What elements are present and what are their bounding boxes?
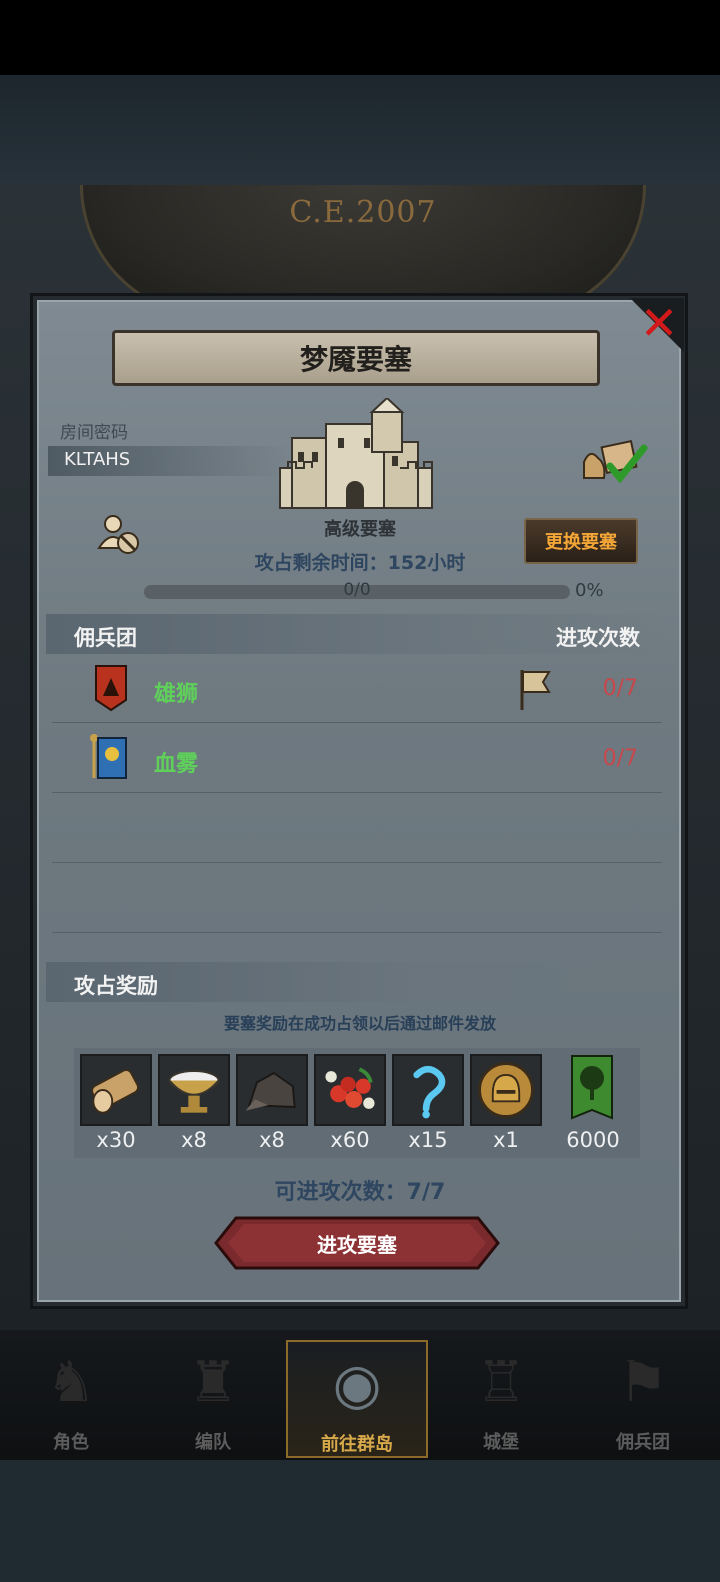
ore-rock-icon[interactable] [236,1054,308,1126]
nav-label: 编队 [195,1432,231,1453]
blue-hook-icon[interactable] [392,1054,464,1126]
nav-label: 前往群岛 [321,1434,393,1455]
reward-quantity: 6000 [566,1128,620,1152]
nav-mercenary[interactable]: ⚑ 佣兵团 [572,1340,714,1458]
reward-note: 要塞奖励在成功占领以后通过邮件发放 [223,1014,496,1033]
status-bar-area [0,0,720,75]
row-divider [52,792,662,793]
attack-count: 0/7 [602,676,638,701]
reward-section-title: 攻占奖励 [74,974,158,998]
reward-quantity: x15 [408,1128,448,1152]
era-label: C.E.2007 [289,195,437,230]
nav-character[interactable]: ♞ 角色 [0,1340,142,1458]
mercenary-name[interactable]: 血雾 [154,746,198,778]
islands-icon: ◉ [332,1352,382,1417]
green-tree-banner-icon[interactable] [570,1054,614,1126]
attack-count: 0/7 [602,746,638,771]
room-code-value: KLTAHS [64,449,131,470]
row-divider [52,862,662,863]
knight-helmet-icon[interactable] [470,1054,542,1126]
time-remaining: 攻占剩余时间：152小时 [254,552,466,574]
attack-count-header: 进攻次数 [556,626,640,650]
reward-quantity: x8 [181,1128,207,1152]
lion-banner-icon [95,665,127,712]
nav-formation[interactable]: ♜ 编队 [142,1340,284,1458]
capture-progress-percent: 0% [575,580,604,601]
mercenary-name[interactable]: 雄狮 [154,676,198,708]
nav-label: 城堡 [483,1432,519,1453]
row-divider [52,932,662,933]
top-band [0,75,720,185]
berries-icon[interactable] [314,1054,386,1126]
close-icon[interactable]: ✕ [638,300,680,346]
nav-label: 角色 [53,1432,89,1453]
bowl-icon[interactable] [158,1054,230,1126]
castle-icon: ♖ [475,1350,527,1415]
reward-quantity: x30 [96,1128,136,1152]
bottom-nav-footer [0,1460,720,1582]
nav-islands[interactable]: ◉ 前往群岛 [286,1340,428,1458]
wood-log-icon[interactable] [80,1054,152,1126]
capture-progress-text: 0/0 [343,580,371,600]
mercenary-icon: ⚑ [617,1350,669,1415]
flag-icon [520,670,551,710]
reward-quantity: x60 [330,1128,370,1152]
fortress-castle-icon [279,398,433,509]
remaining-attempts: 可进攻次数：7/7 [274,1180,446,1205]
room-code-label: 房间密码 [60,423,128,443]
blood-mist-banner-icon [90,734,127,779]
row-divider [52,722,662,723]
character-icon: ♞ [45,1350,97,1415]
reward-quantity: x8 [259,1128,285,1152]
supply-bag-check-icon[interactable] [580,438,650,486]
dialog-title: 梦魇要塞 [299,343,412,376]
nav-castle[interactable]: ♖ 城堡 [430,1340,572,1458]
reward-quantity: x1 [493,1128,519,1152]
dialog-title-plate: 梦魇要塞 [112,330,600,386]
attack-fortress-label: 进攻要塞 [317,1232,397,1257]
formation-icon: ♜ [187,1350,239,1415]
nav-label: 佣兵团 [616,1432,670,1453]
mercenary-section-title: 佣兵团 [74,626,137,650]
